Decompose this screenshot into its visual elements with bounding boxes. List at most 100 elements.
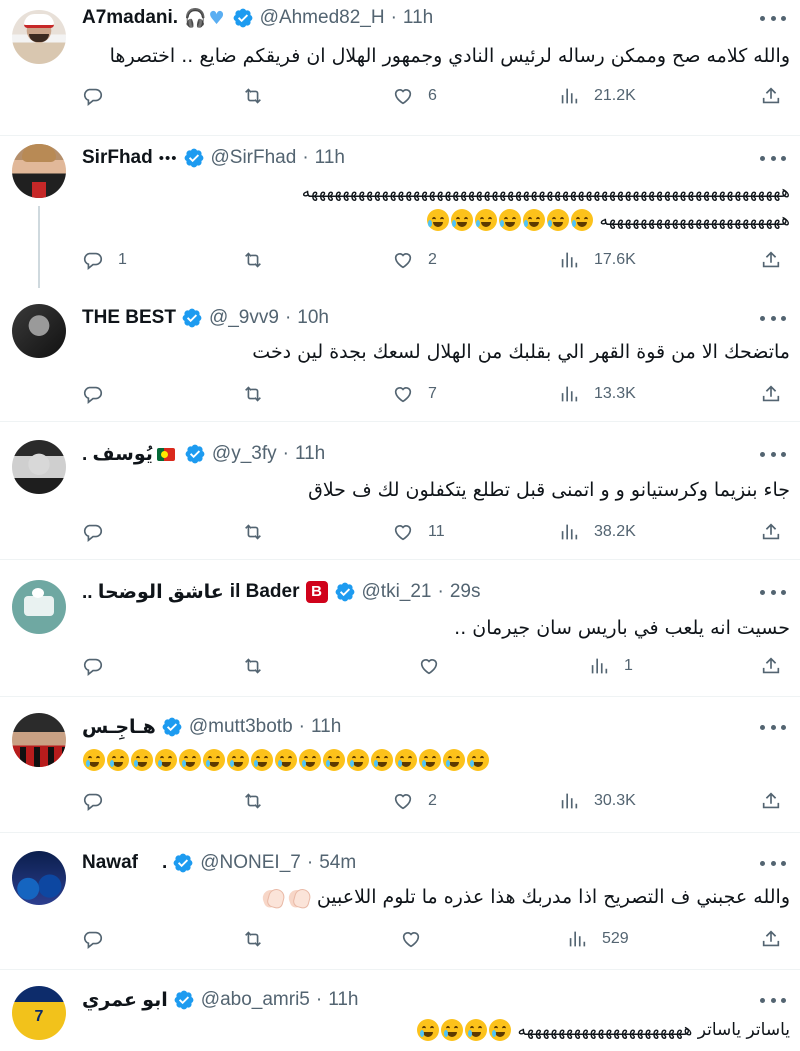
share-icon [762,792,780,809]
display-name[interactable]: THE BEST [82,307,176,329]
tweet-actions: 1 2 17.6K [82,246,786,274]
handle[interactable]: @_9vv9 [209,307,279,329]
like-button[interactable] [418,652,440,680]
reply-button[interactable] [82,925,104,953]
share-button[interactable] [760,652,782,680]
share-button[interactable] [760,246,782,274]
timestamp[interactable]: 11h [311,716,341,738]
tweet[interactable]: يُوسف . @y_3fy · 11h جاء بنزيما وكرستيان… [0,422,800,560]
avatar[interactable] [12,10,66,64]
tweet[interactable]: Nawaf . @NONEI_7 · 54m والله عجبني ف الت… [0,833,800,970]
reply-button[interactable] [82,82,104,110]
share-button[interactable] [760,380,782,408]
display-name[interactable]: ابو عمري [82,989,168,1012]
retweet-button[interactable] [242,925,264,953]
handle[interactable]: @mutt3botb [189,716,293,738]
timestamp[interactable]: 11h [328,989,358,1011]
share-button[interactable] [760,518,782,546]
share-button[interactable] [760,787,782,815]
timestamp[interactable]: 11h [403,7,433,29]
more-icon[interactable] [760,990,786,1010]
separator-dot: · [306,852,314,873]
more-icon[interactable] [760,148,786,168]
like-button[interactable] [400,925,422,953]
views-button[interactable]: 21.2K [558,82,636,110]
timestamp[interactable]: 11h [295,443,325,465]
display-name[interactable]: il Bader [230,581,300,603]
views-button[interactable]: 13.3K [558,380,636,408]
tweet-header: THE BEST @_9vv9 · 10h [82,306,329,330]
reply-button[interactable] [82,652,104,680]
share-button[interactable] [760,82,782,110]
views-button[interactable]: 1 [588,652,633,680]
share-button[interactable] [760,925,782,953]
retweet-button[interactable] [242,380,264,408]
views-button[interactable]: 30.3K [558,787,636,815]
reply-button[interactable] [82,380,104,408]
display-name[interactable]: هـاجِـس [82,716,156,739]
timestamp[interactable]: 10h [297,307,329,329]
avatar[interactable] [12,851,66,905]
reply-button[interactable] [82,518,104,546]
tweet[interactable]: THE BEST @_9vv9 · 10h ماتضحك الا من قوة … [0,286,800,422]
retweet-button[interactable] [242,787,264,815]
handle[interactable]: @tki_21 [362,581,432,603]
reply-button[interactable]: 1 [82,246,127,274]
more-icon[interactable] [760,717,786,737]
more-icon[interactable] [760,308,786,328]
more-icon[interactable] [760,8,786,28]
views-button[interactable]: 38.2K [558,518,636,546]
tweet-text: جاء بنزيما وكرستيانو و و اتمنى قبل تطلع … [308,479,790,501]
tweet[interactable]: SirFhad ••• @SirFhad · 11h ههههههههههههه… [0,136,800,288]
views-chart-icon [561,252,578,268]
avatar[interactable]: 7 [12,986,66,1040]
reply-icon [83,524,102,542]
separator-dot: · [390,7,397,28]
timestamp[interactable]: 29s [450,581,481,603]
verified-badge-icon [181,307,203,329]
views-button[interactable]: 529 [566,925,629,953]
display-name[interactable]: SirFhad [82,147,153,169]
avatar[interactable] [12,580,66,634]
tweet[interactable]: هـاجِـس @mutt3botb · 11h 2 30.3K [0,697,800,833]
like-button[interactable]: 2 [392,246,437,274]
display-name[interactable]: يُوسف . [82,443,153,466]
retweet-button[interactable] [242,652,264,680]
more-icon[interactable] [760,444,786,464]
retweet-button[interactable] [242,246,264,274]
avatar[interactable] [12,304,66,358]
avatar[interactable] [12,713,66,767]
handle[interactable]: @Ahmed82_H [260,7,385,29]
views-chart-icon [569,931,586,947]
timestamp[interactable]: 54m [319,852,356,874]
display-name-prefix[interactable]: عاشق الوضحا .. [82,581,224,604]
tweet-header: يُوسف . @y_3fy · 11h [82,442,325,466]
separator-dot: · [282,443,289,464]
tweet[interactable]: عاشق الوضحا .. il Bader B @tki_21 · 29s … [0,560,800,697]
heart-icon [394,794,412,810]
retweet-button[interactable] [242,518,264,546]
views-chart-icon [561,88,578,104]
display-name[interactable]: A7madani. [82,7,178,29]
thread-connector [38,206,40,288]
avatar[interactable] [12,440,66,494]
like-button[interactable]: 2 [392,787,437,815]
reply-button[interactable] [82,787,104,815]
more-icon[interactable] [760,853,786,873]
retweet-button[interactable] [242,82,264,110]
handle[interactable]: @NONEI_7 [200,852,301,874]
share-icon [762,930,780,947]
display-name[interactable]: Nawaf [82,852,138,874]
avatar[interactable] [12,144,66,198]
tweet[interactable]: 7 ابو عمري @abo_amri5 · 11h ياساتر ياسات… [0,970,800,1051]
tweet[interactable]: A7madani. 🎧 ♥ @Ahmed82_H · 11h والله كلا… [0,0,800,136]
views-button[interactable]: 17.6K [558,246,636,274]
like-button[interactable]: 11 [392,518,445,546]
like-button[interactable]: 7 [392,380,437,408]
more-icon[interactable] [760,582,786,602]
like-button[interactable]: 6 [392,82,437,110]
handle[interactable]: @SirFhad [211,147,297,169]
handle[interactable]: @y_3fy [212,443,277,465]
handle[interactable]: @abo_amri5 [201,989,310,1011]
timestamp[interactable]: 11h [315,147,345,169]
